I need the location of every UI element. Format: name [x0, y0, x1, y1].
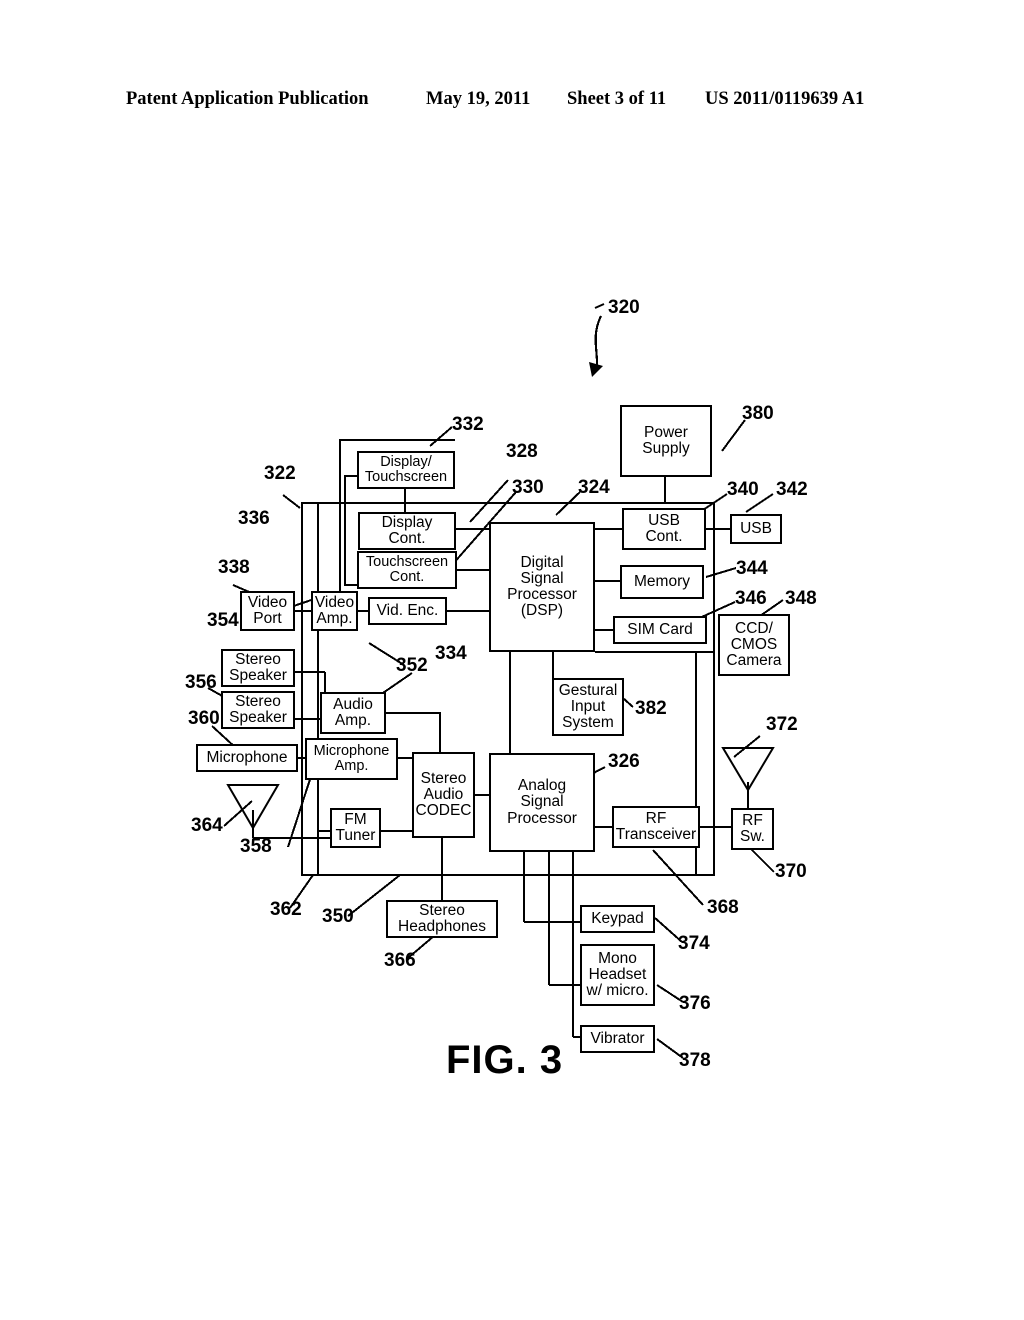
block-keypad[interactable]: Keypad — [580, 905, 655, 933]
block-label: Stereo Audio CODEC — [415, 769, 472, 820]
block-video-encoder[interactable]: Vid. Enc. — [368, 597, 447, 625]
figure-caption: FIG. 3 — [446, 1038, 564, 1082]
block-label: Touchscreen Cont. — [365, 553, 449, 585]
block-label: USB Cont. — [645, 511, 683, 545]
numeral-378: 378 — [679, 1050, 711, 1071]
block-label: USB — [740, 519, 772, 537]
numeral-330: 330 — [512, 477, 544, 498]
numeral-376: 376 — [679, 993, 711, 1014]
block-sim-card[interactable]: SIM Card — [613, 616, 707, 644]
block-microphone[interactable]: Microphone — [196, 744, 298, 772]
block-label: FM Tuner — [335, 810, 376, 844]
block-touchscreen-controller[interactable]: Touchscreen Cont. — [357, 551, 457, 589]
numeral-348: 348 — [785, 588, 817, 609]
numeral-364: 364 — [191, 815, 223, 836]
block-rf-switch[interactable]: RF Sw. — [731, 808, 774, 850]
block-label: Keypad — [591, 909, 644, 927]
numeral-380: 380 — [742, 403, 774, 424]
numeral-382: 382 — [635, 698, 667, 719]
numeral-332: 332 — [452, 414, 484, 435]
numeral-336: 336 — [238, 508, 270, 529]
block-stereo-speaker-2[interactable]: Stereo Speaker — [221, 691, 295, 729]
numeral-356: 356 — [185, 672, 217, 693]
numeral-360: 360 — [188, 708, 220, 729]
block-label: RF Sw. — [740, 811, 765, 845]
block-rf-transceiver[interactable]: RF Transceiver — [612, 806, 700, 848]
block-label: Stereo Speaker — [229, 692, 287, 726]
numeral-358: 358 — [240, 836, 272, 857]
block-power-supply[interactable]: Power Supply — [620, 405, 712, 477]
patent-figure-3: Power Supply Display/ Touchscreen Displa… — [0, 0, 1024, 1320]
block-label: Video Port — [247, 593, 288, 627]
block-gestural-input-system[interactable]: Gestural Input System — [552, 678, 624, 736]
numeral-338: 338 — [218, 557, 250, 578]
numeral-374: 374 — [678, 933, 710, 954]
block-ccd-cmos-camera[interactable]: CCD/ CMOS Camera — [718, 614, 790, 676]
block-digital-signal-processor[interactable]: Digital Signal Processor (DSP) — [489, 522, 595, 652]
block-label: RF Transceiver — [615, 809, 697, 843]
block-stereo-audio-codec[interactable]: Stereo Audio CODEC — [412, 752, 475, 838]
block-label: SIM Card — [627, 620, 693, 638]
block-label: Vibrator — [590, 1029, 645, 1047]
numeral-320: 320 — [608, 297, 640, 318]
numeral-346: 346 — [735, 588, 767, 609]
numeral-352: 352 — [396, 655, 428, 676]
numeral-372: 372 — [766, 714, 798, 735]
block-stereo-headphones[interactable]: Stereo Headphones — [386, 900, 498, 938]
block-display-touchscreen[interactable]: Display/ Touchscreen — [357, 451, 455, 489]
block-vibrator[interactable]: Vibrator — [580, 1025, 655, 1053]
block-stereo-speaker-1[interactable]: Stereo Speaker — [221, 649, 295, 687]
block-label: Vid. Enc. — [376, 601, 439, 619]
block-usb-controller[interactable]: USB Cont. — [622, 508, 706, 550]
block-video-port[interactable]: Video Port — [240, 591, 295, 631]
numeral-362: 362 — [270, 899, 302, 920]
numeral-370: 370 — [775, 861, 807, 882]
numeral-368: 368 — [707, 897, 739, 918]
block-memory[interactable]: Memory — [620, 565, 704, 599]
block-display-controller[interactable]: Display Cont. — [358, 512, 456, 550]
block-label: Digital Signal Processor (DSP) — [507, 553, 577, 620]
block-label: Audio Amp. — [333, 695, 373, 729]
block-label: Power Supply — [642, 423, 690, 457]
numeral-354: 354 — [207, 610, 239, 631]
numeral-326: 326 — [608, 751, 640, 772]
block-label: Gestural Input System — [558, 681, 618, 732]
block-mono-headset[interactable]: Mono Headset w/ micro. — [580, 944, 655, 1006]
block-label: Video Amp. — [314, 593, 355, 627]
numeral-342: 342 — [776, 479, 808, 500]
block-label: Memory — [634, 572, 690, 590]
block-label: Microphone Amp. — [313, 742, 390, 774]
block-label: Display Cont. — [381, 513, 433, 547]
block-label: Mono Headset w/ micro. — [586, 949, 649, 1000]
block-label: CCD/ CMOS Camera — [726, 619, 782, 670]
numeral-322: 322 — [264, 463, 296, 484]
numeral-324: 324 — [578, 477, 610, 498]
numeral-334: 334 — [435, 643, 467, 664]
block-label: Analog Signal Processor — [507, 777, 577, 827]
block-video-amplifier[interactable]: Video Amp. — [311, 591, 358, 631]
block-microphone-amplifier[interactable]: Microphone Amp. — [305, 738, 398, 780]
numeral-350: 350 — [322, 906, 354, 927]
block-fm-tuner[interactable]: FM Tuner — [330, 808, 381, 848]
numeral-366: 366 — [384, 950, 416, 971]
block-audio-amplifier[interactable]: Audio Amp. — [320, 692, 386, 734]
block-label: Stereo Speaker — [229, 650, 287, 684]
numeral-340: 340 — [727, 479, 759, 500]
numeral-344: 344 — [736, 558, 768, 579]
block-label: Display/ Touchscreen — [364, 453, 448, 485]
numeral-328: 328 — [506, 441, 538, 462]
block-label: Stereo Headphones — [398, 901, 486, 935]
block-analog-signal-processor[interactable]: Analog Signal Processor — [489, 753, 595, 852]
block-label: Microphone — [206, 748, 288, 766]
block-usb[interactable]: USB — [730, 514, 782, 544]
